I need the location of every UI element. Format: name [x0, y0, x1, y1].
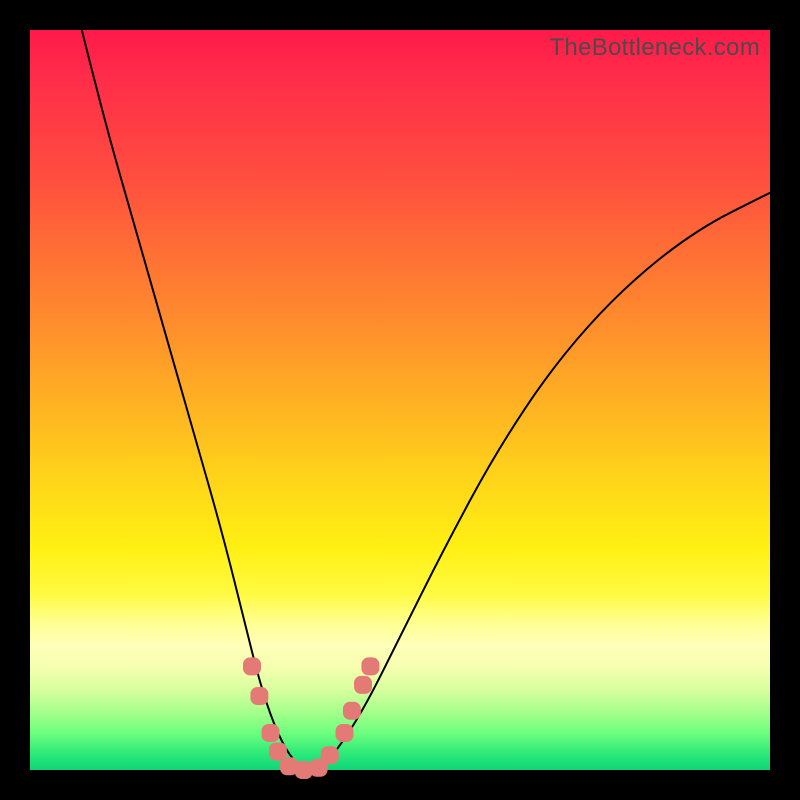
curve-marker — [361, 657, 379, 675]
curve-marker — [243, 657, 261, 675]
chart-plot-area: TheBottleneck.com — [30, 30, 770, 770]
curve-marker — [336, 724, 354, 742]
curve-marker — [354, 676, 372, 694]
curve-marker — [262, 724, 280, 742]
curve-marker — [269, 743, 287, 761]
curve-marker — [343, 702, 361, 720]
curve-path — [82, 30, 770, 770]
curve-marker — [321, 746, 339, 764]
curve-marker — [250, 687, 268, 705]
marker-group — [243, 657, 379, 779]
bottleneck-curve — [30, 30, 770, 770]
